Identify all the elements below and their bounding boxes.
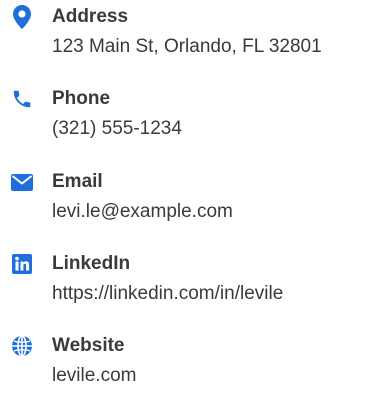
- contact-item-address: Address 123 Main St, Orlando, FL 32801: [0, 4, 385, 64]
- linkedin-label: LinkedIn: [52, 253, 131, 274]
- linkedin-icon: [9, 251, 35, 277]
- linkedin-value[interactable]: https://linkedin.com/in/levile: [52, 281, 283, 307]
- contact-item-email: Email levi.le@example.com: [0, 169, 385, 229]
- contact-item-website: Website levile.com: [0, 333, 385, 393]
- phone-icon: [9, 86, 35, 112]
- contact-list: Address 123 Main St, Orlando, FL 32801 P…: [0, 0, 385, 387]
- website-label: Website: [52, 335, 125, 356]
- email-value[interactable]: levi.le@example.com: [52, 199, 233, 225]
- map-marker-icon: [9, 4, 35, 30]
- website-value[interactable]: levile.com: [52, 363, 136, 389]
- contact-item-linkedin: LinkedIn https://linkedin.com/in/levile: [0, 251, 385, 311]
- address-value: 123 Main St, Orlando, FL 32801: [52, 36, 322, 57]
- globe-icon: [9, 333, 35, 359]
- contact-item-phone: Phone (321) 555-1234: [0, 86, 385, 146]
- envelope-icon: [9, 169, 35, 195]
- address-label: Address: [52, 6, 129, 27]
- phone-label: Phone: [52, 88, 111, 109]
- phone-value[interactable]: (321) 555-1234: [52, 116, 182, 142]
- email-label: Email: [52, 171, 103, 192]
